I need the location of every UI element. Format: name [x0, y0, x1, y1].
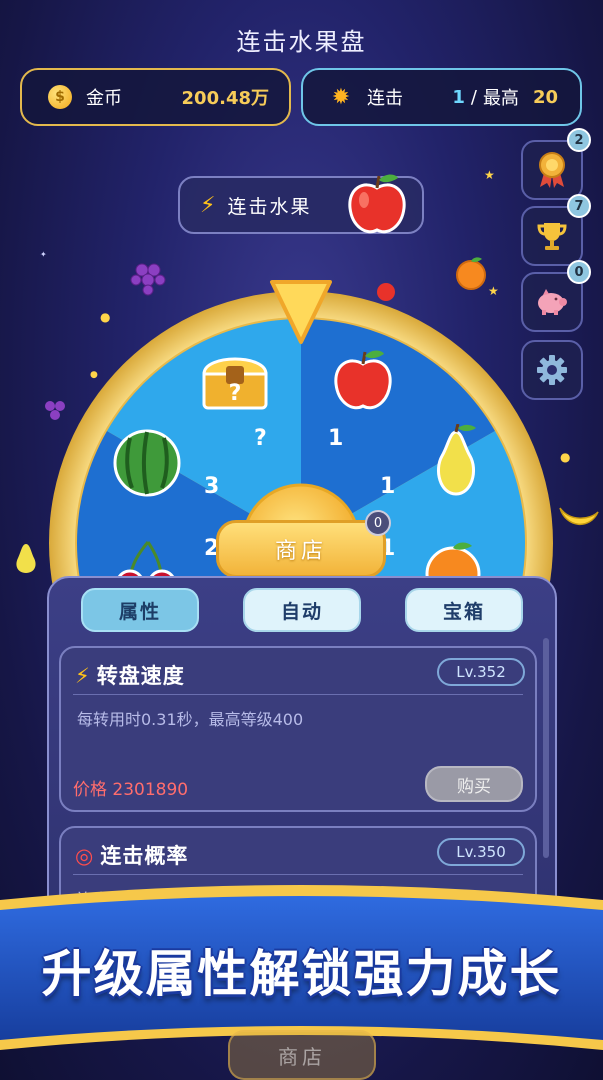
combo-fruit-banner: ⚡ 连击水果 — [178, 174, 424, 234]
upgrade-title-text: 连击概率 — [100, 844, 189, 868]
star-decoration: ● — [560, 450, 571, 464]
price-value: 2301890 — [112, 780, 189, 800]
sun-icon: ✹ — [331, 84, 351, 110]
tab-auto[interactable]: 自动 — [243, 588, 361, 632]
combo-counter: ✹ 连击 1 / 最高 20 — [301, 68, 582, 126]
target-icon: ◎ — [75, 844, 95, 868]
coin-icon: $ — [48, 85, 72, 109]
apple-icon — [334, 350, 392, 410]
combo-current: 1 — [452, 86, 465, 108]
upgrade-level: Lv.350 — [437, 838, 525, 866]
lightning-icon: ⚡ — [200, 192, 216, 218]
orange-icon — [456, 257, 486, 290]
combo-separator: / — [470, 86, 477, 108]
upgrade-level: Lv.352 — [437, 658, 525, 686]
wheel-segment-value: 1 — [328, 426, 344, 451]
combo-label: 连击 — [367, 88, 403, 109]
combo-fruit-label: 连击水果 — [227, 195, 312, 218]
divider — [73, 874, 523, 875]
upgrade-title: ◎ 连击概率 — [75, 840, 188, 870]
medal-icon — [539, 152, 565, 188]
tab-chest[interactable]: 宝箱 — [405, 588, 523, 632]
buy-button[interactable]: 购买 — [425, 766, 523, 802]
trophy-icon — [537, 223, 567, 250]
coin-value: 200.48万 — [181, 88, 269, 109]
medal-badge: 2 — [567, 128, 591, 152]
watermelon-icon — [113, 429, 181, 497]
shop-button[interactable]: 商店 — [216, 520, 386, 578]
banana-icon — [559, 507, 599, 526]
wheel-segment-value: 1 — [380, 474, 396, 499]
apple-icon — [348, 174, 406, 234]
tab-attributes[interactable]: 属性 — [81, 588, 199, 632]
wheel-pointer — [270, 280, 332, 344]
shop-button-ghost: 商店 — [228, 1030, 376, 1080]
trophy-badge: 7 — [567, 194, 591, 218]
scrollbar[interactable] — [543, 638, 549, 858]
pear-icon — [437, 424, 476, 496]
star-decoration: ★ — [484, 168, 495, 182]
upgrade-title-text: 转盘速度 — [96, 664, 185, 688]
wheel-segment-value: 3 — [204, 474, 220, 499]
combo-best-value: 20 — [532, 86, 558, 108]
medal-button[interactable]: 2 — [521, 128, 591, 200]
divider — [73, 694, 523, 695]
upgrade-desc: 每转用时0.31秒，最高等级400 — [77, 710, 304, 729]
lightning-icon: ⚡ — [75, 664, 91, 688]
piggy-bank-badge: 0 — [567, 260, 591, 284]
page-title: 连击水果盘 — [236, 28, 367, 56]
star-decoration: ✦ — [40, 250, 47, 259]
pear-icon — [16, 544, 36, 573]
wheel-segment-value: ? — [254, 426, 267, 451]
trophy-button[interactable]: 7 — [521, 194, 591, 266]
upgrade-price: 价格 2301890 — [73, 775, 188, 800]
upgrade-card-spin-speed: ⚡ 转盘速度 Lv.352 每转用时0.31秒，最高等级400 价格 230189… — [59, 646, 537, 812]
coin-label: 金币 — [86, 88, 122, 109]
upgrade-title: ⚡ 转盘速度 — [75, 660, 185, 690]
price-label: 价格 — [73, 780, 107, 800]
promo-text: 升级属性解锁强力成长 — [41, 945, 562, 1003]
mystery-chest-icon: ? — [202, 357, 268, 410]
combo-best-label: 最高 — [482, 88, 519, 109]
shop-badge: 0 — [365, 510, 391, 536]
coin-counter: $ 金币 200.48万 — [20, 68, 291, 126]
svg-text:?: ? — [229, 381, 242, 406]
